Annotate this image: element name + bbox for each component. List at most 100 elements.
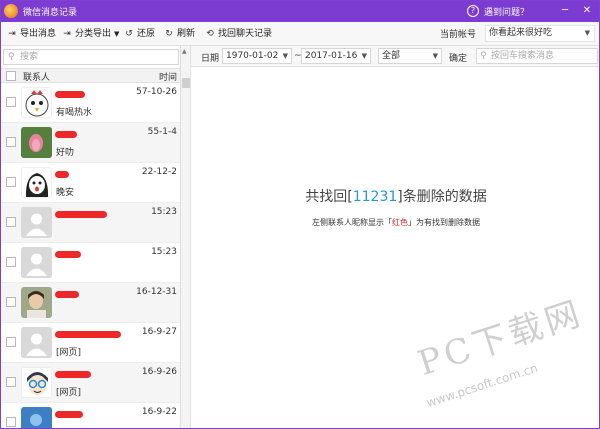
cartoon-girl-avatar-icon [25, 173, 49, 197]
contact-row[interactable]: 15:23 [1, 203, 180, 243]
cartoon-rooster-avatar-icon [25, 90, 49, 117]
contact-list-scrollbar[interactable]: ▲ [181, 46, 191, 428]
select-all-checkbox[interactable] [6, 71, 16, 81]
photo-person-avatar-icon [21, 287, 52, 318]
date-to-picker[interactable]: 2017-01-16 ▼ [301, 48, 371, 64]
account-label: 当前帐号 [440, 30, 477, 40]
app-logo-icon [4, 4, 18, 18]
contact-row[interactable]: 16-9-22 [1, 403, 180, 428]
help-link[interactable]: 遇到问题？ [484, 5, 529, 18]
export-by-category-button[interactable]: ⇥ 分类导出 ▼ [61, 27, 119, 41]
avatar [21, 127, 52, 158]
contact-time: 57-10-26 [136, 87, 177, 97]
contact-time: 16-9-22 [141, 407, 177, 417]
default-person-avatar-icon [21, 327, 52, 358]
contact-checkbox[interactable] [6, 177, 16, 187]
scroll-thumb[interactable] [182, 78, 190, 88]
category-select[interactable]: 全部 ▼ [378, 48, 442, 64]
contact-row[interactable]: 57-10-26 有喝热水 [1, 83, 180, 123]
lotus-flower-avatar-icon [21, 127, 52, 158]
contact-row[interactable]: 16-9-27 [网页] [1, 323, 180, 363]
contact-row[interactable]: 16-12-31 [1, 283, 180, 323]
contact-time: 15:23 [151, 247, 177, 257]
contact-row[interactable]: 22-12-2 晚安 [1, 163, 180, 203]
chevron-down-icon: ▼ [282, 52, 288, 60]
toolbar: ⇥ 导出消息 ⇥ 分类导出 ▼ ↺ 还原 ↻ 刷新 ⟲ 找回聊天记录 当前帐号 你看起来很好… [1, 22, 599, 46]
contact-checkbox[interactable] [6, 97, 16, 107]
avatar [21, 87, 52, 118]
scroll-up-arrow-icon[interactable]: ▲ [182, 48, 187, 55]
date-from-value: 1970-01-02 [226, 51, 279, 61]
avatar [21, 407, 52, 428]
contact-row[interactable]: 15:23 [1, 243, 180, 283]
deleted-name-marker [55, 131, 77, 138]
minimize-button[interactable]: ─ [557, 3, 573, 19]
message-search-placeholder: 按回车搜索消息 [491, 51, 555, 61]
recover-chats-button[interactable]: ⟲ 找回聊天记录 [204, 27, 272, 41]
contact-panel: ⚲ 搜索 联系人 时间 57-10-26 有喝热水 55-1-4 好叻 22-1… [1, 46, 181, 428]
summary-suffix: ]条删除的数据 [397, 189, 487, 205]
category-export-icon: ⇥ [63, 29, 71, 39]
column-header-time[interactable]: 时间 [159, 70, 177, 83]
date-to-value: 2017-01-16 [305, 51, 358, 61]
date-from-picker[interactable]: 1970-01-02 ▼ [222, 48, 292, 64]
deleted-name-marker [55, 211, 107, 218]
deleted-name-marker [55, 171, 69, 178]
default-person-avatar-icon [21, 207, 52, 238]
column-header-contact[interactable]: 联系人 [23, 70, 50, 83]
avatar [21, 207, 52, 238]
deleted-name-marker [55, 251, 81, 258]
default-person-avatar-icon [21, 247, 52, 278]
account-select[interactable]: 你看起来很好吃 ▼ [485, 25, 595, 42]
chevron-down-icon: ▼ [584, 29, 590, 37]
contact-row[interactable]: 55-1-4 好叻 [1, 123, 180, 163]
deleted-name-marker [55, 291, 79, 298]
refresh-icon: ↻ [165, 29, 173, 39]
account-value: 你看起来很好吃 [489, 28, 553, 38]
contact-search-input[interactable]: ⚲ 搜索 [3, 49, 179, 65]
deleted-name-marker [55, 371, 91, 378]
blue-photo-avatar-icon [21, 407, 52, 428]
contact-checkbox[interactable] [6, 257, 16, 267]
filter-bar: 日期 1970-01-02 ▼ ~ 2017-01-16 ▼ 全部 ▼ 确定 ⚲… [191, 46, 599, 67]
restore-label: 还原 [137, 29, 156, 39]
recovered-count: 11231 [352, 189, 398, 205]
contact-checkbox[interactable] [6, 137, 16, 147]
contact-checkbox[interactable] [6, 377, 16, 387]
close-button[interactable]: ✕ [579, 3, 595, 19]
contact-time: 22-12-2 [141, 167, 177, 177]
contact-row[interactable]: 16-9-26 [网页] [1, 363, 180, 403]
contact-last-message: 有喝热水 [56, 108, 93, 118]
chevron-down-icon: ▼ [361, 52, 367, 60]
contact-checkbox[interactable] [6, 337, 16, 347]
contact-time: 16-9-26 [141, 367, 177, 377]
hint-prefix: 左侧联系人昵称显示「 [312, 218, 392, 227]
chevron-down-icon: ▼ [432, 52, 438, 60]
chevron-down-icon[interactable]: ▼ [114, 30, 119, 38]
contact-checkbox[interactable] [6, 417, 16, 427]
avatar [21, 247, 52, 278]
search-icon: ⚲ [8, 52, 15, 62]
window-title: 微信消息记录 [23, 8, 78, 18]
contact-checkbox[interactable] [6, 217, 16, 227]
contact-checkbox[interactable] [6, 297, 16, 307]
restore-button[interactable]: ↺ 还原 [123, 27, 155, 41]
summary-prefix: 共找回[ [305, 189, 353, 205]
avatar [21, 327, 52, 358]
hint-suffix: 」为有找到删除数据 [408, 218, 480, 227]
contact-list: 57-10-26 有喝热水 55-1-4 好叻 22-12-2 晚安 15:23… [1, 83, 180, 428]
message-view: 共找回[11231]条删除的数据 左侧联系人昵称显示「红色」为有找到删除数据 [191, 67, 599, 428]
contact-time: 16-9-27 [141, 327, 177, 337]
category-value: 全部 [382, 51, 401, 61]
export-messages-button[interactable]: ⇥ 导出消息 [6, 27, 56, 41]
contact-last-message: 好叻 [56, 148, 75, 158]
recovery-summary: 共找回[11231]条删除的数据 [191, 186, 599, 206]
title-bar: 微信消息记录 ? 遇到问题？ ─ ✕ [1, 1, 599, 22]
refresh-button[interactable]: ↻ 刷新 [163, 27, 195, 41]
contact-time: 55-1-4 [147, 127, 177, 137]
deleted-name-marker [55, 411, 83, 418]
help-icon[interactable]: ? [467, 5, 479, 17]
message-search-input[interactable]: ⚲ 按回车搜索消息 [476, 48, 598, 64]
app-window: 微信消息记录 ? 遇到问题？ ─ ✕ ⇥ 导出消息 ⇥ 分类导出 ▼ ↺ 还原 ↻ 刷新 … [0, 0, 600, 429]
confirm-button[interactable]: 确定 [449, 51, 467, 64]
